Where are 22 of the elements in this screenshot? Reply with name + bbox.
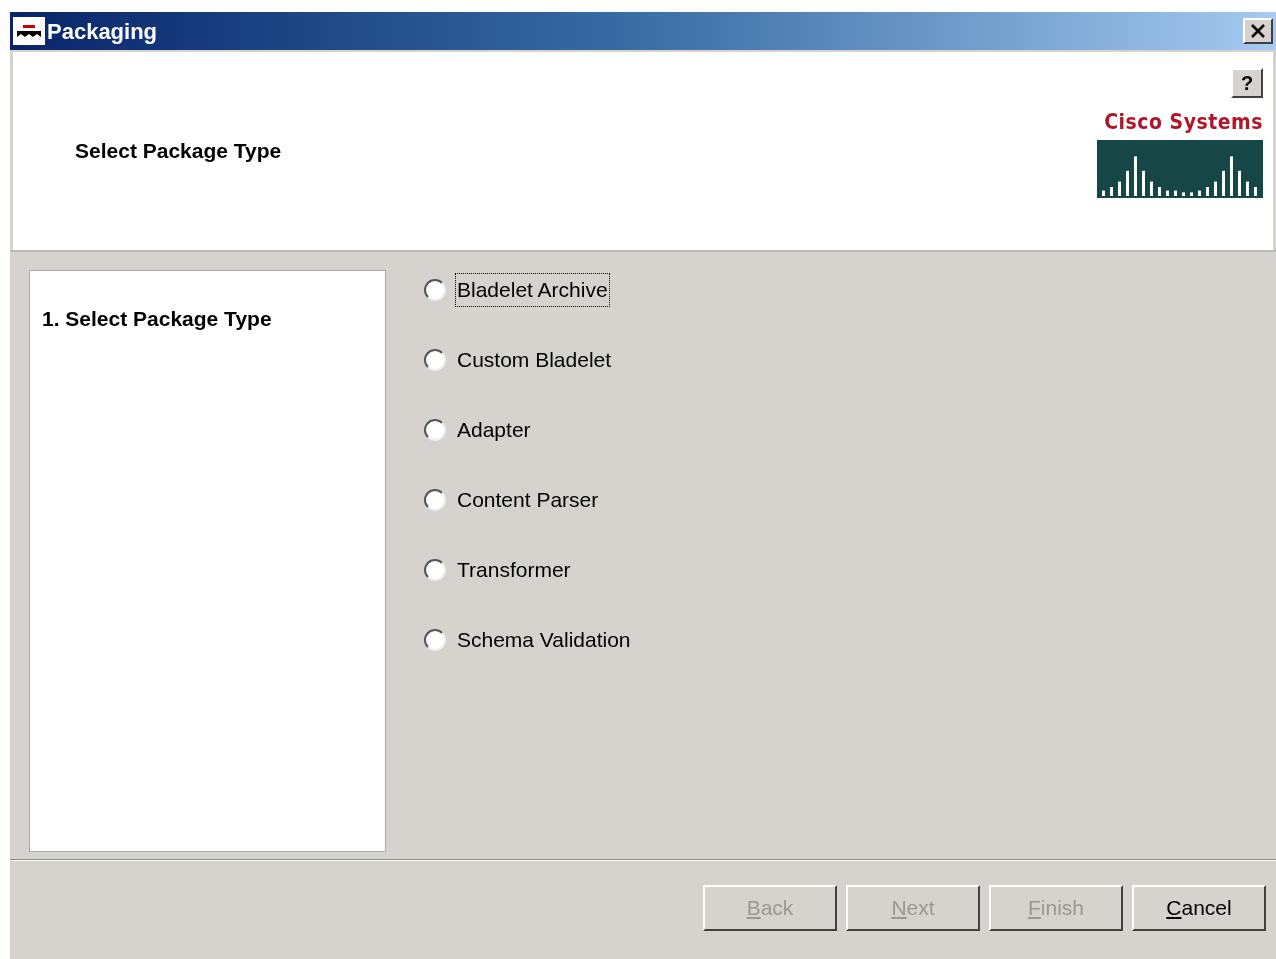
radio-button[interactable] xyxy=(424,629,446,651)
logo-text: Cisco Systems xyxy=(1104,109,1263,136)
option-label[interactable]: Adapter xyxy=(456,414,532,446)
radio-button[interactable] xyxy=(424,279,446,301)
step-item: 1. Select Package Type xyxy=(42,306,273,332)
option-label[interactable]: Custom Bladelet xyxy=(456,344,613,376)
page-title: Select Package Type xyxy=(75,138,282,165)
radio-button[interactable] xyxy=(424,559,446,581)
option-label[interactable]: Schema Validation xyxy=(456,624,632,656)
logo-bars-icon xyxy=(1097,140,1263,198)
option-label[interactable]: Bladelet Archive xyxy=(456,274,609,306)
close-icon xyxy=(1251,24,1265,38)
radio-button[interactable] xyxy=(424,489,446,511)
option-label[interactable]: Content Parser xyxy=(456,484,600,516)
app-icon xyxy=(13,17,45,45)
option-label[interactable]: Transformer xyxy=(456,554,572,586)
wizard-button[interactable]: Cancel xyxy=(1132,885,1266,931)
radio-button[interactable] xyxy=(424,419,446,441)
close-button[interactable] xyxy=(1243,18,1273,44)
window-title: Packaging xyxy=(47,17,158,46)
radio-button[interactable] xyxy=(424,349,446,371)
help-button[interactable]: ? xyxy=(1231,68,1263,98)
